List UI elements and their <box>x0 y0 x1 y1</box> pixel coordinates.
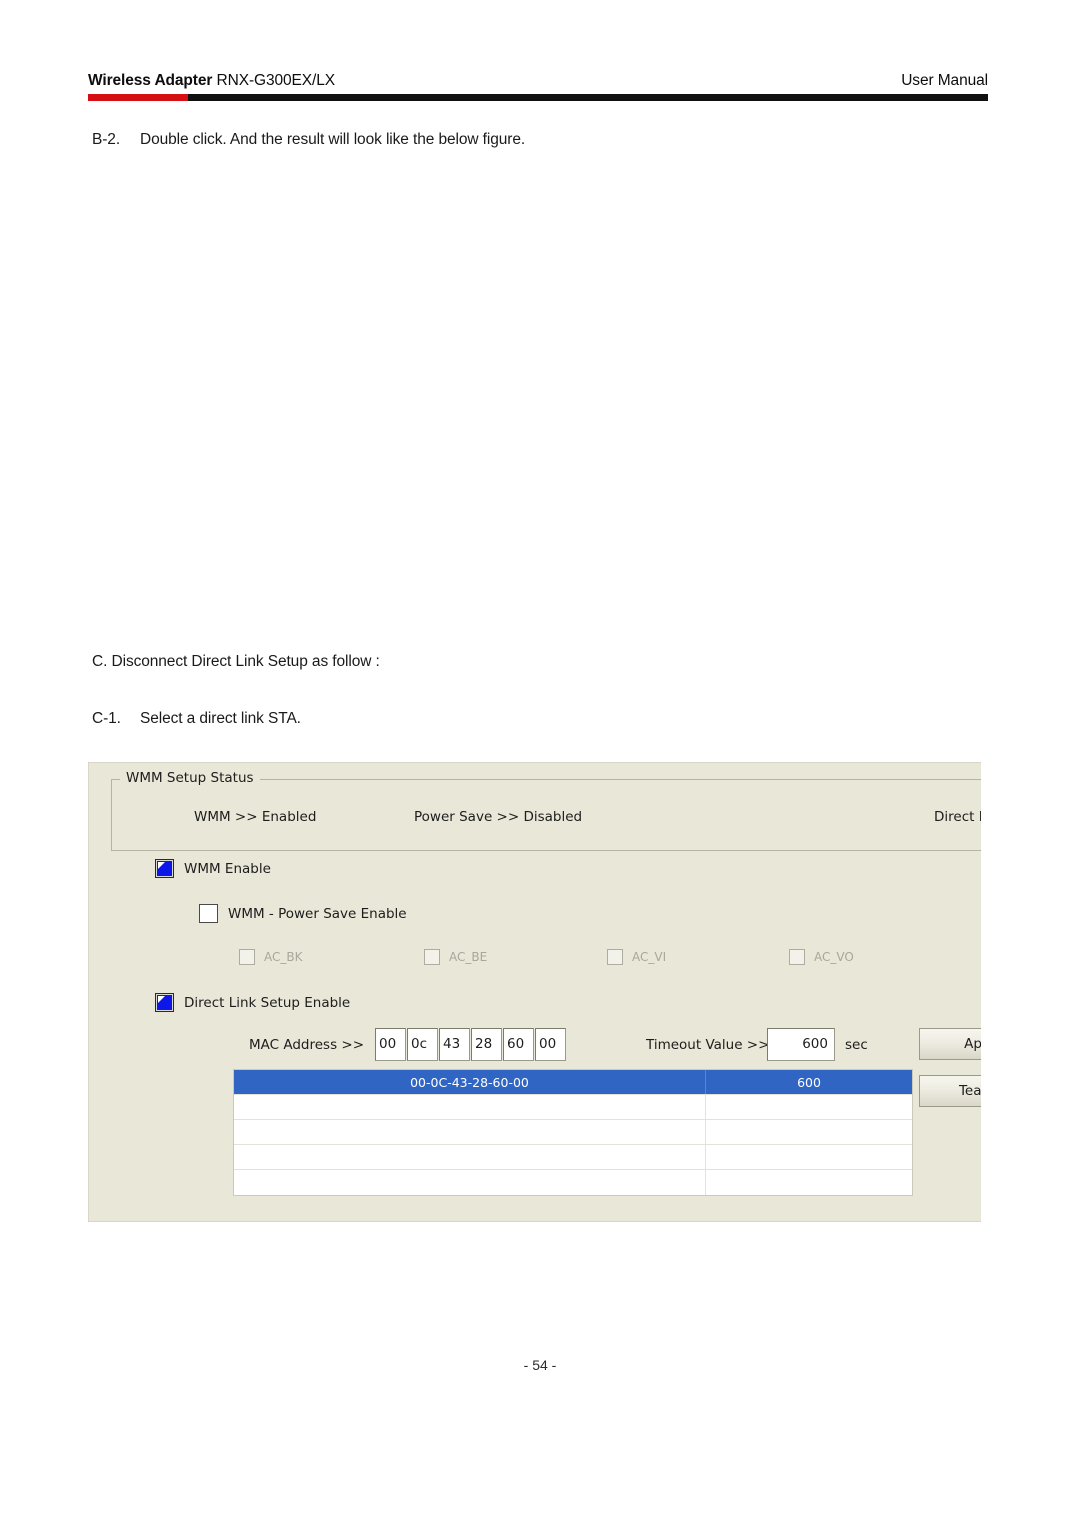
ac-be-label: AC_BE <box>449 950 488 964</box>
tear-down-button[interactable]: Tear <box>919 1075 981 1107</box>
section-c-heading: C. Disconnect Direct Link Setup as follo… <box>92 653 380 670</box>
ac-vo-checkbox <box>789 949 805 965</box>
direct-link-setup-enable-checkbox[interactable] <box>155 993 174 1012</box>
page-number: - 54 - <box>523 1357 557 1373</box>
status-wmm: WMM >> Enabled <box>194 809 317 825</box>
table-row[interactable]: 00-0C-43-28-60-00 600 <box>234 1070 912 1095</box>
wmm-power-save-checkbox[interactable] <box>199 904 218 923</box>
table-row[interactable] <box>234 1095 912 1120</box>
table-row[interactable] <box>234 1120 912 1145</box>
table-cell-timeout <box>706 1120 912 1144</box>
step-c1-label: C-1. <box>92 710 121 727</box>
timeout-value-label: Timeout Value >> <box>646 1037 770 1053</box>
header-brand: Wireless Adapter <box>88 72 213 89</box>
timeout-unit-label: sec <box>845 1037 868 1053</box>
wmm-setup-status-title: WMM Setup Status <box>122 770 258 786</box>
ac-vi-item: AC_VI <box>607 949 666 965</box>
ac-vi-checkbox <box>607 949 623 965</box>
direct-link-setup-enable-row[interactable]: Direct Link Setup Enable <box>155 993 350 1012</box>
mac-octet-3-input[interactable]: 43 <box>439 1028 470 1061</box>
document-header: Wireless Adapter RNX-G300EX/LX User Manu… <box>88 72 988 112</box>
wmm-setup-dialog-figure: WMM Setup Status WMM >> Enabled Power Sa… <box>88 762 981 1222</box>
wmm-status-row: WMM >> Enabled Power Save >> Disabled Di… <box>112 809 981 829</box>
wmm-enable-row[interactable]: WMM Enable <box>155 859 271 878</box>
header-doc-type: User Manual <box>901 72 988 89</box>
ac-vo-label: AC_VO <box>814 950 854 964</box>
ac-be-item: AC_BE <box>424 949 487 965</box>
wmm-enable-label: WMM Enable <box>184 860 271 877</box>
table-cell-mac <box>234 1170 706 1195</box>
status-direct-link: Direct Lin <box>934 809 981 825</box>
table-cell-timeout: 600 <box>797 1075 821 1090</box>
apply-button[interactable]: Ap <box>919 1028 981 1060</box>
step-b2-label: B-2. <box>92 131 121 148</box>
step-c1: C-1. Select a direct link STA. <box>92 710 301 728</box>
header-title-left: Wireless Adapter RNX-G300EX/LX <box>88 72 335 90</box>
step-b2-text: Double click. And the result will look l… <box>140 131 526 148</box>
table-row[interactable] <box>234 1145 912 1170</box>
ac-vi-label: AC_VI <box>632 950 667 964</box>
mac-octet-2-input[interactable]: 0c <box>407 1028 438 1061</box>
status-power-save: Power Save >> Disabled <box>414 809 583 825</box>
table-cell-timeout <box>706 1145 912 1169</box>
mac-address-input-group[interactable]: 00 0c 43 28 60 00 <box>375 1028 567 1061</box>
wmm-power-save-row[interactable]: WMM - Power Save Enable <box>199 904 407 923</box>
direct-link-table[interactable]: 00-0C-43-28-60-00 600 <box>233 1069 913 1196</box>
header-rule-red-segment <box>88 94 188 101</box>
wmm-setup-status-groupbox: WMM Setup Status WMM >> Enabled Power Sa… <box>111 770 981 851</box>
ac-bk-label: AC_BK <box>264 950 303 964</box>
table-cell-timeout <box>706 1170 912 1195</box>
wmm-power-save-label: WMM - Power Save Enable <box>228 905 407 922</box>
ac-bk-checkbox <box>239 949 255 965</box>
step-c1-text: Select a direct link STA. <box>140 710 301 727</box>
mac-octet-6-input[interactable]: 00 <box>535 1028 566 1061</box>
mac-octet-1-input[interactable]: 00 <box>375 1028 406 1061</box>
ac-vo-item: AC_VO <box>789 949 854 965</box>
timeout-value-input[interactable]: 600 <box>767 1028 835 1061</box>
ac-be-checkbox <box>424 949 440 965</box>
mac-octet-5-input[interactable]: 60 <box>503 1028 534 1061</box>
direct-link-setup-enable-label: Direct Link Setup Enable <box>184 994 351 1011</box>
access-category-row: AC_BK AC_BE AC_VI AC_VO <box>89 949 981 969</box>
table-cell-mac: 00-0C-43-28-60-00 <box>234 1070 706 1094</box>
table-cell-mac <box>234 1120 706 1144</box>
table-row[interactable] <box>234 1170 912 1195</box>
table-cell-mac <box>234 1095 706 1119</box>
ac-bk-item: AC_BK <box>239 949 302 965</box>
step-b2: B-2. Double click. And the result will lo… <box>92 131 525 149</box>
header-model: RNX-G300EX/LX <box>216 72 336 89</box>
table-cell-mac <box>234 1145 706 1169</box>
table-cell-timeout <box>706 1095 912 1119</box>
wmm-enable-checkbox[interactable] <box>155 859 174 878</box>
header-rule-black-segment <box>188 94 988 101</box>
mac-octet-4-input[interactable]: 28 <box>471 1028 502 1061</box>
header-rule <box>88 94 988 101</box>
mac-address-label: MAC Address >> <box>249 1037 365 1053</box>
